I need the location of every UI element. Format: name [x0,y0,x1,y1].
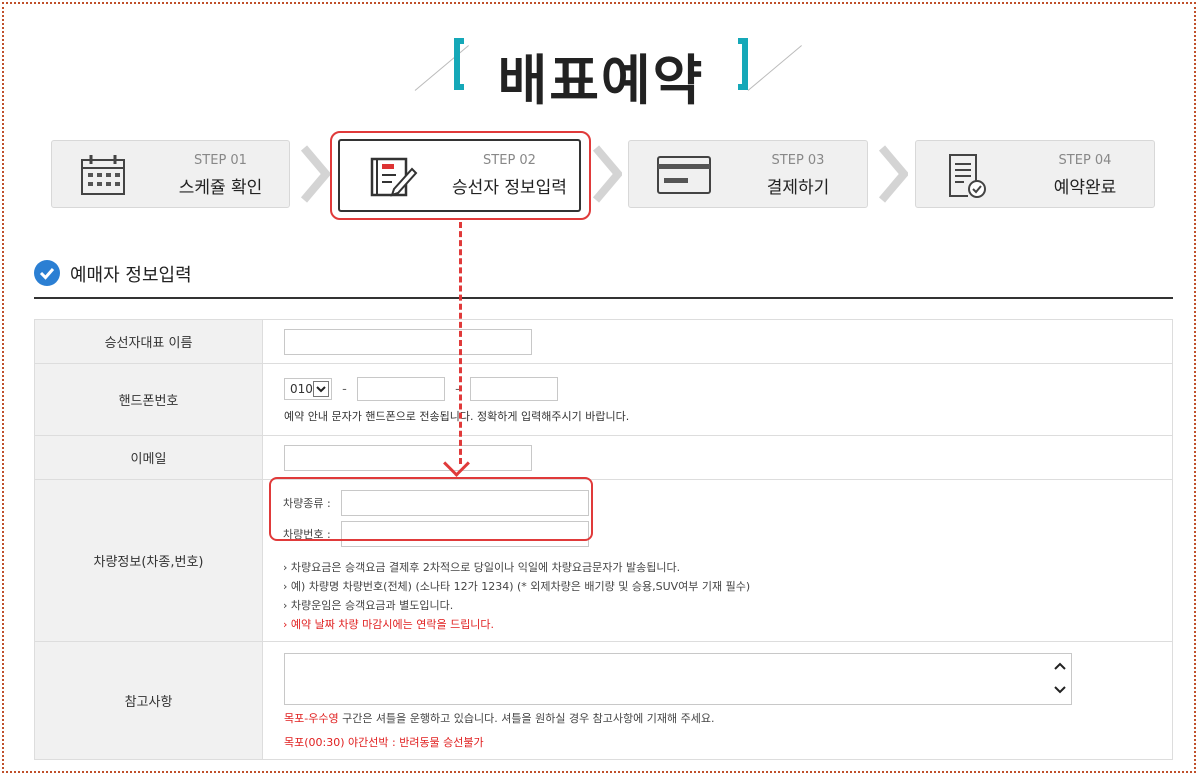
step-4: STEP 04 예약완료 [915,140,1155,208]
chevron-right-icon [878,145,908,203]
memo-textarea[interactable] [284,653,1072,705]
field-cell [262,319,1173,364]
step-label: 결제하기 [766,178,830,198]
phone-last-input[interactable] [469,377,558,401]
vehicle-note: › 예) 차량명 차량번호(전체) (소나타 12가 1234) (* 외제차량… [283,580,751,593]
phone-prefix-select[interactable]: 010 [284,378,332,400]
section-title: 예매자 정보입력 [70,265,192,286]
receipt-check-icon [942,152,992,198]
page-title: 배표예약 [497,49,705,112]
name-input[interactable] [284,328,532,355]
form-row-email: 이메일 [34,435,1173,480]
vehicle-notes: › 차량요금은 승객요금 결제후 2차적으로 당일이나 익일에 차량요금문자가 … [283,558,1171,634]
step-label: 스케쥴 확인 [178,178,263,198]
form-row-name: 승선자대표 이름 [34,319,1173,364]
email-input[interactable] [284,444,532,471]
chevron-down-icon [313,381,329,397]
memo-note: 목포-우수영 구간은 셔틀을 운행하고 있습니다. 셔틀을 원하실 경우 참고사… [284,710,1171,726]
check-circle-icon [34,260,60,286]
vehicle-note: › 차량요금은 승객요금 결제후 2차적으로 당일이나 익일에 차량요금문자가 … [283,561,681,574]
step-3: STEP 03 결제하기 [628,140,868,208]
form-row-phone: 핸드폰번호 010 - - 예약 안내 문자가 핸드폰으로 전송됩니다. 정확하… [34,363,1173,436]
vehicle-note: › 차량운임은 승객요금과 별도입니다. [283,599,454,612]
phone-dash: - [342,381,347,397]
vehicle-note-text: 차량요금은 승객요금 결제후 2차적으로 당일이나 익일에 차량요금문자가 발송… [290,561,681,574]
form-row-memo: 참고사항 목포-우수영 구간은 셔틀을 운행하고 있습니다. 셔틀을 원하실 경… [34,641,1173,760]
vehicle-notice-text: 예약 날짜 차량 마감시에는 연락을 드립니다. [290,618,495,631]
field-label: 승선자대표 이름 [34,319,263,364]
chevron-right-icon [300,145,330,203]
phone-inputs: 010 - - [284,377,1171,401]
vehicle-highlight-box [269,477,593,541]
memo-notice: 목포(00:30) 야간선박 : 반려동물 승선불가 [284,736,484,749]
field-cell [262,435,1173,480]
vehicle-notice: › 예약 날짜 차량 마감시에는 연락을 드립니다. [283,618,495,631]
phone-middle-input[interactable] [356,377,445,401]
vehicle-note-text: 차량운임은 승객요금과 별도입니다. [290,599,454,612]
calendar-icon [78,152,128,198]
step-2-highlight-box [330,131,591,220]
scroll-down-icon[interactable] [1053,684,1067,696]
step-number: STEP 01 [194,153,247,168]
step-label: 예약완료 [1053,178,1117,198]
booking-form: 승선자대표 이름 핸드폰번호 010 - - 예약 안내 문자가 핸드폰으로 전… [34,319,1173,760]
annotation-arrow-line [459,222,462,464]
field-label: 이메일 [34,435,263,480]
step-number: STEP 04 [1058,153,1112,168]
step-number: STEP 03 [771,153,825,168]
phone-note: 예약 안내 문자가 핸드폰으로 전송됩니다. 정확하게 입력해주시기 바랍니다. [284,410,630,423]
memo-note-text: 구간은 셔틀을 운행하고 있습니다. 셔틀을 원하실 경우 참고사항에 기재해 … [338,712,715,725]
field-cell: 010 - - 예약 안내 문자가 핸드폰으로 전송됩니다. 정확하게 입력해주… [262,363,1173,436]
page-header: 배표예약 [0,28,1202,112]
memo-note-highlight: 목포-우수영 [284,712,339,725]
credit-card-icon [655,152,711,198]
step-1: STEP 01 스케쥴 확인 [51,140,290,208]
form-row-vehicle: 차량정보(차종,번호) 차량종류 : 차량번호 : › 차량요금은 승객요금 결… [34,479,1173,642]
field-cell: 목포-우수영 구간은 셔틀을 운행하고 있습니다. 셔틀을 원하실 경우 참고사… [262,641,1173,760]
phone-prefix-value: 010 [290,382,313,396]
field-label: 핸드폰번호 [34,363,263,436]
field-label: 참고사항 [34,641,263,760]
scroll-up-icon[interactable] [1053,660,1067,672]
field-label: 차량정보(차종,번호) [34,479,263,642]
vehicle-note-text: 예) 차량명 차량번호(전체) (소나타 12가 1234) (* 외제차량은 … [290,580,751,593]
section-divider [34,297,1173,299]
chevron-right-icon [592,145,622,203]
